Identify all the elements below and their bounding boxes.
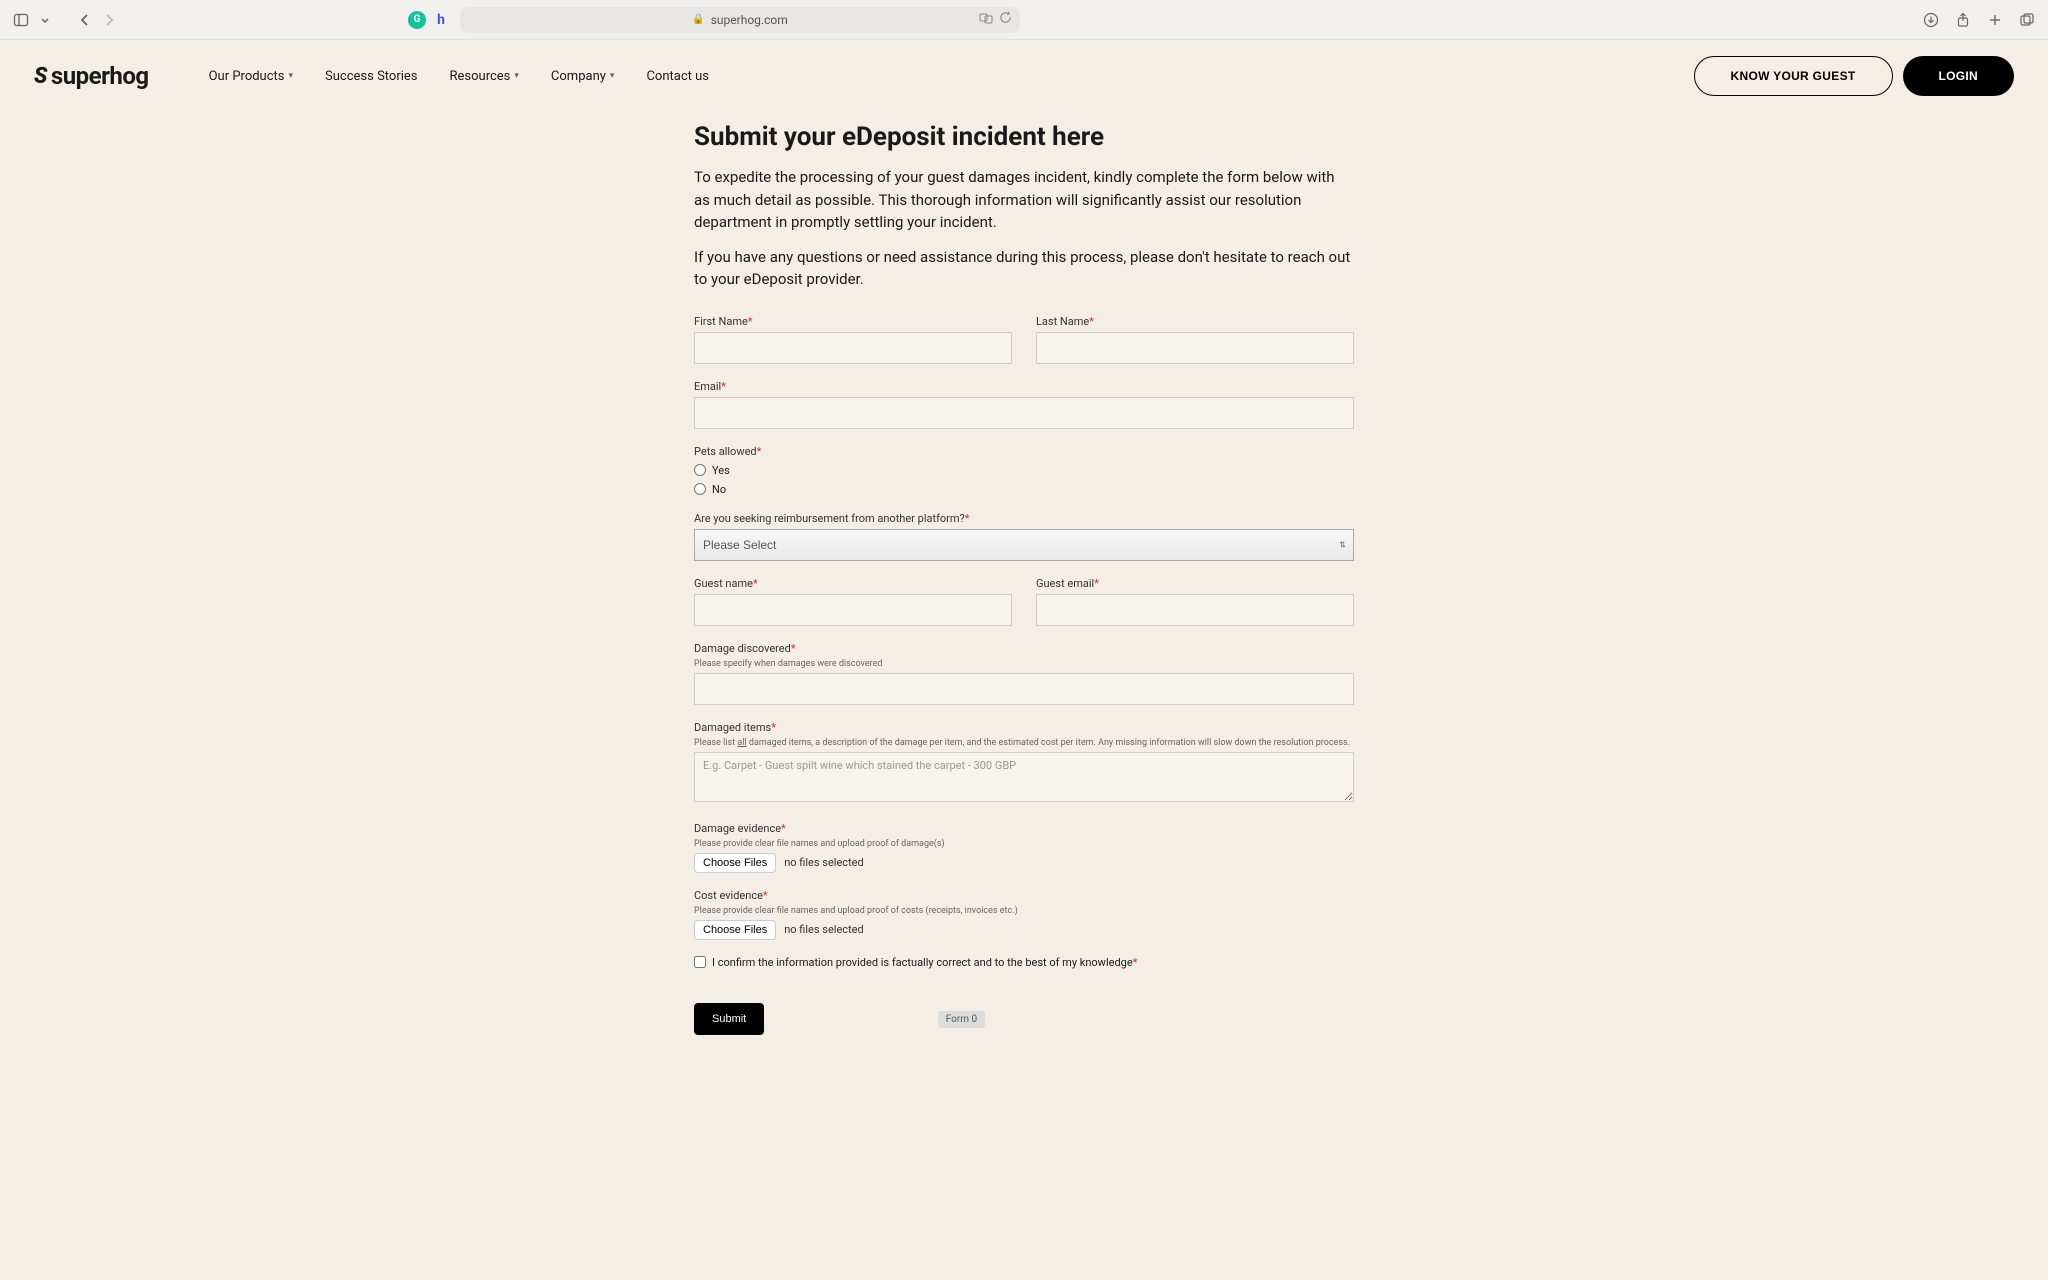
page: Submit your eDeposit incident here To ex… [0, 112, 2048, 1280]
nav-success-stories[interactable]: Success Stories [325, 69, 417, 84]
sidebar-icon[interactable] [12, 11, 30, 29]
damage-discovered-input[interactable] [694, 673, 1354, 705]
url-text: superhog.com [711, 13, 788, 27]
logo-text: superhog [51, 62, 149, 90]
guest-name-input[interactable] [694, 594, 1012, 626]
nav-contact[interactable]: Contact us [646, 69, 709, 84]
damage-evidence-hint: Please provide clear file names and uplo… [694, 839, 1354, 849]
back-icon[interactable] [76, 11, 94, 29]
email-label: Email* [694, 380, 1354, 393]
damage-evidence-file-button[interactable]: Choose Files [694, 853, 776, 873]
first-name-input[interactable] [694, 332, 1012, 364]
cost-evidence-file-status: no files selected [784, 923, 864, 936]
new-tab-icon[interactable] [1986, 11, 2004, 29]
damage-evidence-label: Damage evidence* [694, 822, 1354, 835]
cost-evidence-hint: Please provide clear file names and uplo… [694, 906, 1354, 916]
honey-icon[interactable]: h [432, 11, 450, 29]
share-icon[interactable] [1954, 11, 1972, 29]
chevron-down-icon: ▾ [610, 71, 615, 81]
nav-resources[interactable]: Resources ▾ [450, 69, 519, 84]
damaged-items-textarea[interactable] [694, 752, 1354, 802]
guest-email-label: Guest email* [1036, 577, 1354, 590]
last-name-input[interactable] [1036, 332, 1354, 364]
intro-p2: If you have any questions or need assist… [694, 246, 1354, 291]
cost-evidence-label: Cost evidence* [694, 889, 1354, 902]
chevron-down-icon: ▾ [514, 71, 519, 81]
damaged-items-hint: Please list all damaged items, a descrip… [694, 738, 1354, 748]
pets-yes-radio[interactable] [694, 464, 706, 476]
browser-toolbar: G h 🔒 superhog.com [0, 0, 2048, 40]
logo-mark-icon: S [34, 64, 47, 89]
reimbursement-select[interactable]: Please Select [694, 529, 1354, 561]
tabs-icon[interactable] [2018, 11, 2036, 29]
guest-email-input[interactable] [1036, 594, 1354, 626]
chevron-down-icon: ▾ [289, 71, 294, 81]
reload-icon[interactable] [999, 11, 1012, 28]
pets-no-radio[interactable] [694, 483, 706, 495]
confirm-checkbox[interactable] [694, 956, 706, 968]
damage-discovered-hint: Please specify when damages were discove… [694, 659, 1354, 669]
last-name-label: Last Name* [1036, 315, 1354, 328]
pets-no-option[interactable]: No [694, 483, 1354, 496]
download-icon[interactable] [1922, 11, 1940, 29]
url-bar[interactable]: 🔒 superhog.com [460, 7, 1020, 33]
nav-company[interactable]: Company ▾ [551, 69, 615, 84]
main-nav: Our Products ▾ Success Stories Resources… [209, 69, 709, 84]
grammarly-icon[interactable]: G [408, 11, 426, 29]
email-input[interactable] [694, 397, 1354, 429]
lock-icon: 🔒 [692, 14, 704, 25]
cost-evidence-file-button[interactable]: Choose Files [694, 920, 776, 940]
first-name-label: First Name* [694, 315, 1012, 328]
intro: To expedite the processing of your guest… [694, 166, 1354, 291]
pets-label: Pets allowed* [694, 445, 1354, 458]
chevron-down-icon[interactable] [36, 11, 54, 29]
damage-discovered-label: Damage discovered* [694, 642, 1354, 655]
nav-products[interactable]: Our Products ▾ [209, 69, 293, 84]
intro-p1: To expedite the processing of your guest… [694, 166, 1354, 234]
guest-name-label: Guest name* [694, 577, 1012, 590]
form-badge: Form 0 [938, 1011, 985, 1028]
damage-evidence-file-status: no files selected [784, 856, 864, 869]
login-button[interactable]: LOGIN [1903, 56, 2015, 96]
site-header: S superhog Our Products ▾ Success Storie… [0, 40, 2048, 112]
pets-yes-option[interactable]: Yes [694, 464, 1354, 477]
forward-icon[interactable] [100, 11, 118, 29]
reimbursement-label: Are you seeking reimbursement from anoth… [694, 512, 1354, 525]
damaged-items-label: Damaged items* [694, 721, 1354, 734]
translate-icon[interactable] [979, 11, 993, 28]
confirm-checkbox-row[interactable]: I confirm the information provided is fa… [694, 956, 1354, 969]
incident-form: First Name* Last Name* Email* Pets allow… [694, 315, 1354, 1035]
submit-button[interactable]: Submit [694, 1003, 764, 1035]
page-title: Submit your eDeposit incident here [694, 122, 1354, 152]
know-your-guest-button[interactable]: KNOW YOUR GUEST [1694, 56, 1893, 96]
logo[interactable]: S superhog [34, 62, 149, 90]
